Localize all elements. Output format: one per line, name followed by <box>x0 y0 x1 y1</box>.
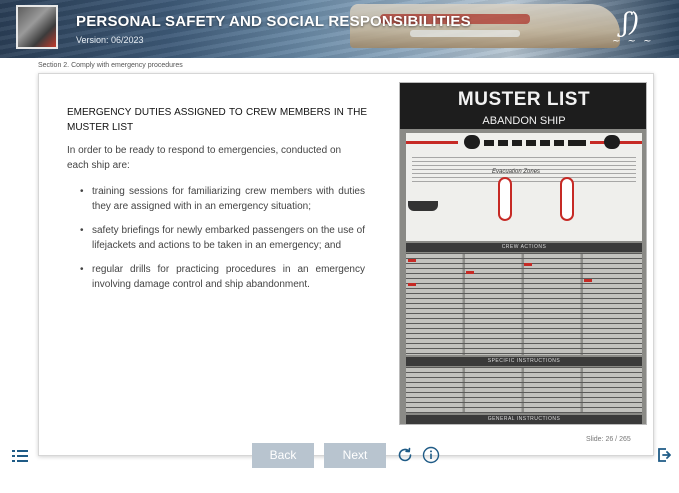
refresh-icon[interactable] <box>396 446 414 464</box>
back-button[interactable]: Back <box>252 443 314 468</box>
slide-counter: Slide: 26 / 265 <box>586 436 631 443</box>
slide-heading: EMERGENCY DUTIES ASSIGNED TO CREW MEMBER… <box>67 107 367 133</box>
course-version: Version: 06/2023 <box>76 35 144 45</box>
bullet-list: training sessions for familiarizing crew… <box>67 184 365 301</box>
slide-content-card: EMERGENCY DUTIES ASSIGNED TO CREW MEMBER… <box>38 73 654 456</box>
muster-list-image: MUSTER LIST ABANDON SHIP Evacuation Zone… <box>399 82 647 425</box>
brand-logo: ʃ) ~ ~ ~ <box>612 8 654 47</box>
info-icon[interactable] <box>422 446 440 464</box>
general-instructions-bar: GENERAL INSTRUCTIONS <box>406 415 642 424</box>
exit-icon[interactable] <box>657 448 671 462</box>
breadcrumb: Section 2. Comply with emergency procedu… <box>38 62 183 69</box>
ship-icon <box>408 201 438 211</box>
list-item: training sessions for familiarizing crew… <box>67 184 365 214</box>
specific-instructions-bar: SPECIFIC INSTRUCTIONS <box>406 357 642 366</box>
next-button[interactable]: Next <box>324 443 386 468</box>
list-item: regular drills for practicing procedures… <box>67 262 365 292</box>
course-thumbnail <box>16 5 58 49</box>
horn-icon <box>604 135 620 149</box>
menu-list-icon[interactable] <box>12 450 28 462</box>
muster-subtitle: ABANDON SHIP <box>482 115 566 127</box>
muster-title: MUSTER LIST <box>457 89 591 110</box>
lifeboat-icon <box>560 177 574 221</box>
evacuation-zones-label: Evacuation Zones <box>492 169 541 175</box>
course-header: PERSONAL SAFETY AND SOCIAL RESPONSIBILIT… <box>0 0 679 58</box>
lifeboat-icon <box>498 177 512 221</box>
course-title: PERSONAL SAFETY AND SOCIAL RESPONSIBILIT… <box>76 13 471 30</box>
horn-icon <box>464 135 480 149</box>
slide-intro-text: In order to be ready to respond to emerg… <box>67 145 342 171</box>
crew-actions-bar: CREW ACTIONS <box>406 243 642 252</box>
list-item: safety briefings for newly embarked pass… <box>67 223 365 253</box>
